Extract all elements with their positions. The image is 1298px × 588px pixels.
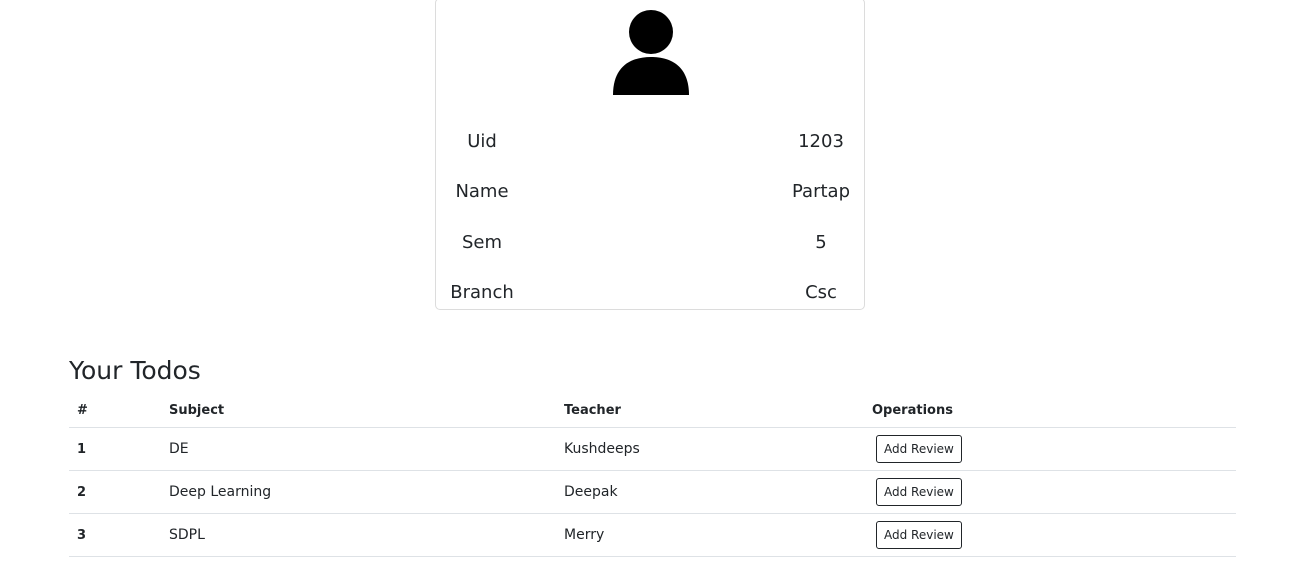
page: Uid 1203 Name Partap Sem 5 Branch Csc Yo… xyxy=(0,0,1298,588)
header-teacher: Teacher xyxy=(556,394,864,428)
name-value: Partap xyxy=(792,181,850,202)
table-row: 3 SDPL Merry Add Review xyxy=(69,513,1236,557)
profile-row-uid: Uid 1203 xyxy=(436,129,866,155)
add-review-button[interactable]: Add Review xyxy=(876,435,962,463)
row-number: 3 xyxy=(69,513,161,557)
row-operations: Add Review xyxy=(864,470,1236,514)
row-operations: Add Review xyxy=(864,513,1236,557)
row-number: 2 xyxy=(69,470,161,514)
profile-row-sem: Sem 5 xyxy=(436,230,866,256)
header-subject: Subject xyxy=(161,394,556,428)
table-row: 2 Deep Learning Deepak Add Review xyxy=(69,470,1236,514)
header-num: # xyxy=(69,394,161,428)
user-icon xyxy=(613,10,689,95)
row-teacher: Merry xyxy=(556,513,864,557)
row-subject: SDPL xyxy=(161,513,556,557)
todos-table: # Subject Teacher Operations 1 DE Kushde… xyxy=(69,394,1236,557)
profile-row-name: Name Partap xyxy=(436,179,866,205)
row-number: 1 xyxy=(69,427,161,471)
sem-label: Sem xyxy=(461,232,503,253)
row-subject: Deep Learning xyxy=(161,470,556,514)
add-review-button[interactable]: Add Review xyxy=(876,478,962,506)
branch-value: Csc xyxy=(805,282,837,303)
uid-value: 1203 xyxy=(798,131,844,152)
branch-label: Branch xyxy=(450,282,514,303)
uid-label: Uid xyxy=(467,131,497,152)
row-teacher: Deepak xyxy=(556,470,864,514)
table-header-row: # Subject Teacher Operations xyxy=(69,394,1236,428)
table-row: 1 DE Kushdeeps Add Review xyxy=(69,427,1236,471)
profile-row-branch: Branch Csc xyxy=(436,280,866,306)
sem-value: 5 xyxy=(815,232,827,253)
name-label: Name xyxy=(455,181,509,202)
header-operations: Operations xyxy=(864,394,1236,428)
row-teacher: Kushdeeps xyxy=(556,427,864,471)
todos-title: Your Todos xyxy=(69,356,201,385)
row-operations: Add Review xyxy=(864,427,1236,471)
row-subject: DE xyxy=(161,427,556,471)
profile-card: Uid 1203 Name Partap Sem 5 Branch Csc xyxy=(435,0,865,310)
add-review-button[interactable]: Add Review xyxy=(876,521,962,549)
